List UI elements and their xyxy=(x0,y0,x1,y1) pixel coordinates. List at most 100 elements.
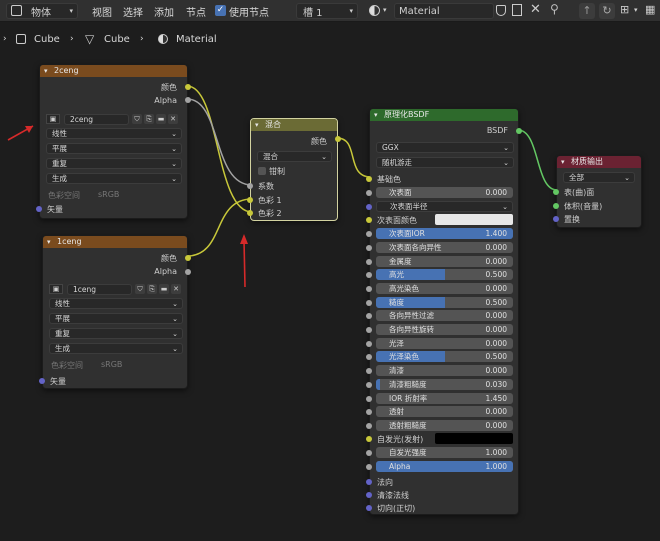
input-color2-socket[interactable] xyxy=(247,210,253,216)
menu-view[interactable]: 视图 xyxy=(92,4,112,19)
input-socket[interactable] xyxy=(366,259,372,265)
alpha-field[interactable]: Alpha 1.000 xyxy=(376,461,513,472)
field-slider[interactable]: 透射粗糙度 0.000 xyxy=(376,420,513,431)
field-slider[interactable]: 高光染色 0.000 xyxy=(376,283,513,294)
output-color-socket[interactable] xyxy=(335,136,341,142)
input-socket[interactable] xyxy=(366,286,372,292)
collapse-icon[interactable]: ▾ xyxy=(44,65,48,77)
input-volume-socket[interactable] xyxy=(553,203,559,209)
field-slider[interactable]: 清漆 0.000 xyxy=(376,365,513,376)
extension-dropdown[interactable]: 重复 ⌄ xyxy=(49,328,183,339)
field-slider[interactable]: 次表面 0.000 xyxy=(376,187,513,198)
input-surface-socket[interactable] xyxy=(553,189,559,195)
input-socket[interactable] xyxy=(366,382,372,388)
input-vector-socket[interactable] xyxy=(39,378,45,384)
input-emission-strength-socket[interactable] xyxy=(366,450,372,456)
input-socket[interactable] xyxy=(366,354,372,360)
field-slider[interactable]: 光泽染色 0.500 xyxy=(376,351,513,362)
input-socket[interactable] xyxy=(366,368,372,374)
mix-node[interactable]: ▾ 混合 颜色 混合 ⌄ 钳制 系数 色彩 1 色彩 2 xyxy=(247,118,341,221)
interpolation-dropdown[interactable]: 线性 ⌄ xyxy=(49,298,183,309)
input-socket[interactable] xyxy=(366,341,372,347)
field-slider[interactable]: 清漆粗糙度 0.030 xyxy=(376,379,513,390)
input-normal-socket[interactable] xyxy=(366,479,372,485)
duplicate-icon[interactable]: ⎘ xyxy=(144,114,154,124)
principled-bsdf-node[interactable]: ▾ 原理化BSDF BSDF GGX ⌄ 随机游走 ⌄ 基础色 次表面 0.000 次表… xyxy=(366,108,522,515)
extension-dropdown[interactable]: 重复 ⌄ xyxy=(46,158,182,169)
menu-add[interactable]: 添加 xyxy=(154,4,174,19)
input-emission-socket[interactable] xyxy=(366,436,372,442)
fake-user-shield-icon[interactable]: ⛉ xyxy=(132,114,142,124)
field-slider[interactable]: 各向异性旋转 0.000 xyxy=(376,324,513,335)
input-displacement-socket[interactable] xyxy=(553,216,559,222)
menu-select[interactable]: 选择 xyxy=(123,4,143,19)
pin-icon[interactable]: ⚲ xyxy=(550,2,559,16)
material-sphere-icon[interactable] xyxy=(369,5,380,16)
collapse-icon[interactable]: ▾ xyxy=(255,119,259,131)
open-folder-icon[interactable]: ▬ xyxy=(159,284,169,294)
blend-mode-dropdown[interactable]: 混合 ⌄ xyxy=(257,151,332,162)
output-color-socket[interactable] xyxy=(185,84,191,90)
output-color-socket[interactable] xyxy=(185,255,191,261)
overlay-icon[interactable]: ▦ xyxy=(645,3,655,16)
distribution-dropdown[interactable]: GGX ⌄ xyxy=(376,142,514,153)
input-socket[interactable] xyxy=(366,217,372,223)
duplicate-icon[interactable] xyxy=(512,4,522,16)
input-socket[interactable] xyxy=(366,313,372,319)
input-socket[interactable] xyxy=(366,423,372,429)
input-socket[interactable] xyxy=(366,204,372,210)
collapse-icon[interactable]: ▾ xyxy=(374,109,378,121)
node-header[interactable]: ▾ 材质输出 xyxy=(557,156,641,168)
clamp-checkbox[interactable] xyxy=(258,167,266,175)
output-alpha-socket[interactable] xyxy=(185,269,191,275)
colorspace-value[interactable]: sRGB xyxy=(101,360,122,369)
field-slider[interactable]: 金属度 0.000 xyxy=(376,256,513,267)
close-icon[interactable]: ✕ xyxy=(171,284,181,294)
field-slider[interactable]: 次表面各向异性 0.000 xyxy=(376,242,513,253)
image-texture-node-1ceng[interactable]: ▾ 1ceng 颜色 Alpha ▣ 1ceng ⛉ ⎘ ▬ ✕ 线性 ⌄ 平展 ⌄… xyxy=(39,235,191,389)
input-socket[interactable] xyxy=(366,327,372,333)
field-dropdown[interactable]: 次表面半径 ⌄ xyxy=(376,201,513,212)
menu-node[interactable]: 节点 xyxy=(186,4,206,19)
source-dropdown[interactable]: 生成 ⌄ xyxy=(46,173,182,184)
input-color1-socket[interactable] xyxy=(247,197,253,203)
close-icon[interactable]: ✕ xyxy=(530,2,541,17)
color-swatch[interactable] xyxy=(435,214,513,225)
output-alpha-socket[interactable] xyxy=(185,97,191,103)
open-folder-icon[interactable]: ▬ xyxy=(156,114,166,124)
output-bsdf-socket[interactable] xyxy=(516,128,522,134)
material-output-node[interactable]: ▾ 材质输出 全部 ⌄ 表(曲)面 体积(音量) 置换 xyxy=(553,155,642,228)
input-socket[interactable] xyxy=(366,231,372,237)
input-socket[interactable] xyxy=(366,300,372,306)
snap-mode-icon[interactable]: ⊞ xyxy=(620,3,629,16)
duplicate-icon[interactable]: ⎘ xyxy=(147,284,157,294)
input-clearcoat-normal-socket[interactable] xyxy=(366,492,372,498)
emission-strength-field[interactable]: 自发光强度 1.000 xyxy=(376,447,513,458)
field-slider[interactable]: IOR 折射率 1.450 xyxy=(376,393,513,404)
fake-user-shield-icon[interactable]: ⛉ xyxy=(135,284,145,294)
interpolation-dropdown[interactable]: 线性 ⌄ xyxy=(46,128,182,139)
input-socket[interactable] xyxy=(366,409,372,415)
input-socket[interactable] xyxy=(366,190,372,196)
input-vector-socket[interactable] xyxy=(36,206,42,212)
input-base-color-socket[interactable] xyxy=(366,176,372,182)
input-alpha-socket[interactable] xyxy=(366,464,372,470)
image-name-field[interactable]: 1ceng xyxy=(67,284,132,295)
field-slider[interactable]: 次表面IOR 1.400 xyxy=(376,228,513,239)
use-nodes-checkbox[interactable]: ✓ xyxy=(215,5,226,16)
emission-color-swatch[interactable] xyxy=(435,433,513,444)
input-socket[interactable] xyxy=(366,396,372,402)
projection-dropdown[interactable]: 平展 ⌄ xyxy=(49,313,183,324)
image-texture-node-2ceng[interactable]: ▾ 2ceng 颜色 Alpha ▣ 2ceng ⛉ ⎘ ▬ ✕ 线性 ⌄ 平展 ⌄… xyxy=(36,64,191,219)
node-header[interactable]: ▾ 1ceng xyxy=(43,236,187,248)
node-header[interactable]: ▾ 原理化BSDF xyxy=(370,109,518,121)
input-tangent-socket[interactable] xyxy=(366,505,372,511)
field-slider[interactable]: 光泽 0.000 xyxy=(376,338,513,349)
close-icon[interactable]: ✕ xyxy=(168,114,178,124)
object-mode-dropdown[interactable]: 物体 ▾ xyxy=(6,3,78,19)
slot-dropdown[interactable]: 槽 1 ▾ xyxy=(296,3,358,19)
source-dropdown[interactable]: 生成 ⌄ xyxy=(49,343,183,354)
field-slider[interactable]: 透射 0.000 xyxy=(376,406,513,417)
input-socket[interactable] xyxy=(366,245,372,251)
target-dropdown[interactable]: 全部 ⌄ xyxy=(563,172,635,183)
